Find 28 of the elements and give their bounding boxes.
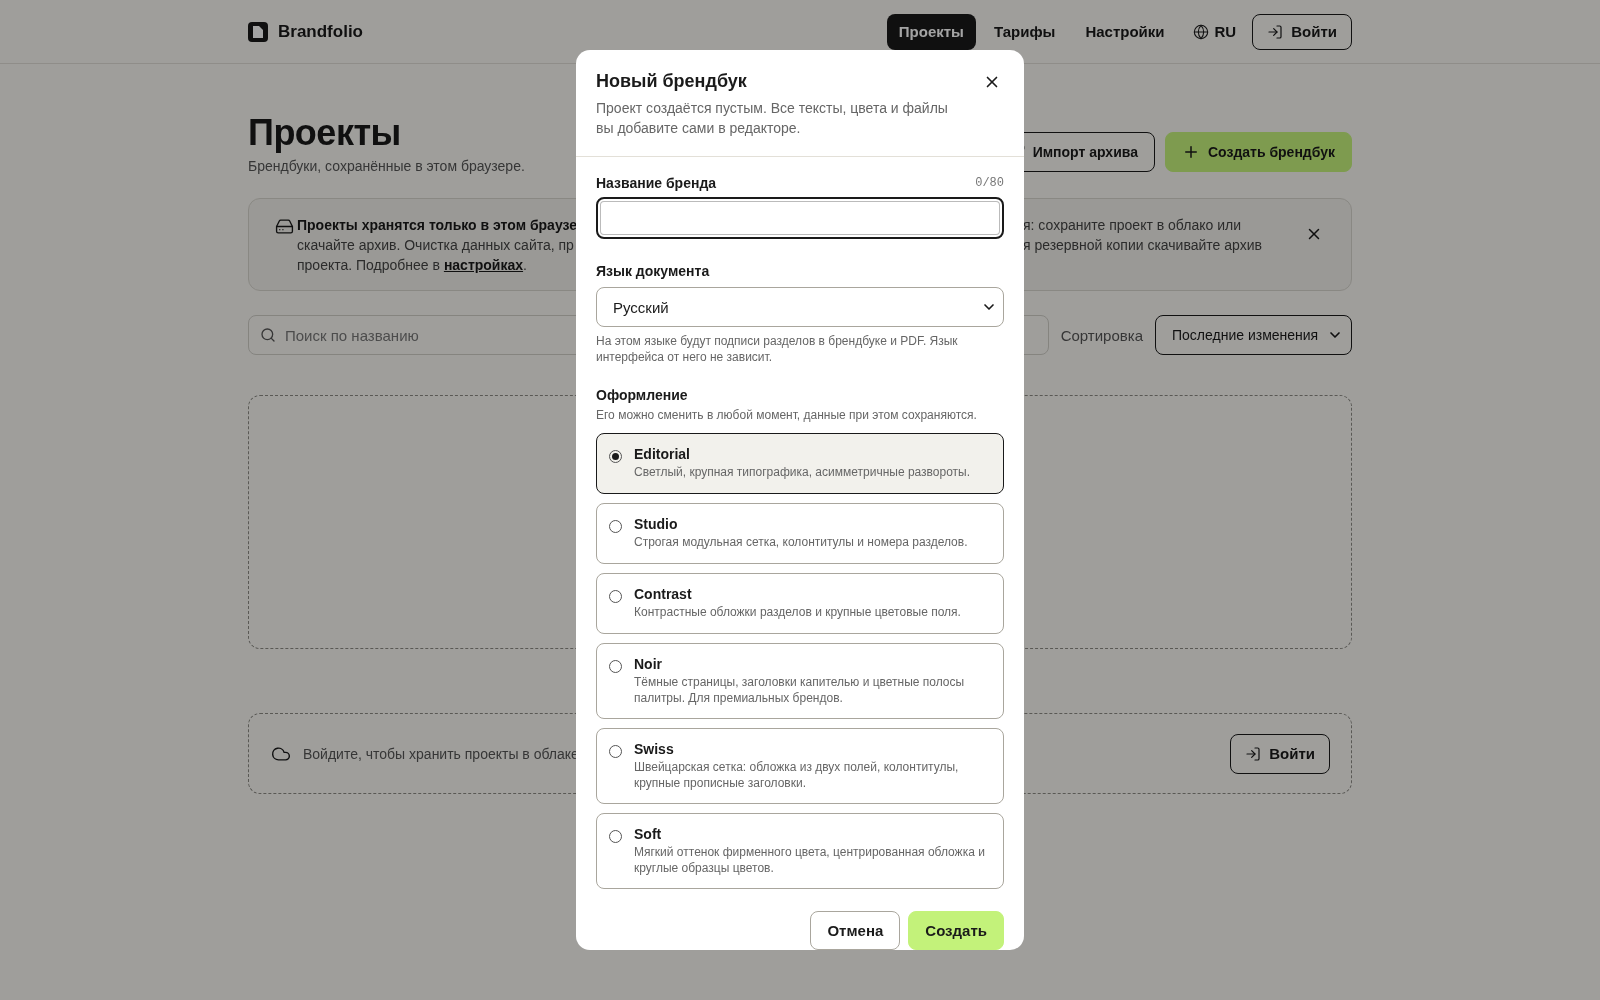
banner-text: я резервной копии скачивайте архив — [1023, 236, 1263, 255]
banner-text: скачайте архив. Очистка данных сайта, пр — [297, 236, 573, 255]
field-hint: На этом языке будут подписи разделов в брендбуке и PDF. Язык интерфейса от него не зависит. — [596, 333, 959, 365]
dialog-title: Новый брендбук — [596, 71, 747, 92]
option-description: Швейцарская сетка: обложка из двух полей, колонтитулы, крупные прописные заголовки. — [634, 759, 960, 791]
option-description: Контрастные обложки разделов и крупные цветовые поля. — [634, 604, 961, 620]
option-description: Тёмные страницы, заголовки капителью и цветные полосы палитры. Для премиальных брендов. — [634, 674, 966, 706]
option-name: Editorial — [634, 446, 691, 462]
option-description: Мягкий оттенок фирменного цвета, центрированная обложка и круглые образцы цветов. — [634, 844, 986, 876]
field-hint: Его можно сменить в любой момент, данные при этом сохраняются. — [596, 407, 978, 423]
page-subtitle: Брендбуки, сохранённые в этом браузере. — [248, 158, 525, 174]
option-name: Studio — [634, 516, 679, 532]
field-label: Язык документа — [596, 263, 711, 279]
char-counter: 0/80 — [975, 176, 1004, 190]
option-name: Swiss — [634, 741, 675, 757]
option-description: Светлый, крупная типографика, асимметричные развороты. — [634, 464, 971, 480]
banner-text: проекта. Подробнее в настройках. — [297, 256, 528, 275]
field-label: Оформление — [596, 387, 689, 403]
option-name: Noir — [634, 656, 663, 672]
option-name: Soft — [634, 826, 663, 842]
brand-name: Brandfolio — [278, 21, 363, 42]
option-description: Строгая модульная сетка, колонтитулы и номера разделов. — [634, 534, 968, 550]
dialog-description: Проект создаётся пустым. Все тексты, цвета и файлы вы добавите сами в редакторе. — [596, 99, 949, 138]
sort-label: Сортировка — [1060, 326, 1143, 344]
banner-text: я: сохраните проект в облако или — [1023, 216, 1242, 235]
option-name: Contrast — [634, 586, 693, 602]
page-title: Проекты — [248, 112, 402, 154]
field-label: Название бренда — [596, 175, 717, 191]
